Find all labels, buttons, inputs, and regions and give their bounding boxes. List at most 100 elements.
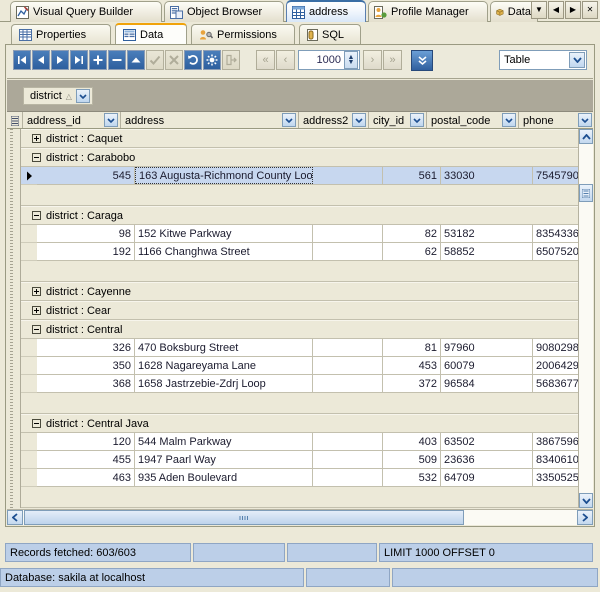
refresh-button[interactable]: [184, 50, 202, 70]
delete-record-button[interactable]: [108, 50, 126, 70]
collapse-group-icon[interactable]: [32, 211, 41, 220]
cell-city_id[interactable]: 81: [383, 339, 441, 356]
cell-postal_code[interactable]: 53182: [441, 225, 533, 242]
row-selector[interactable]: [21, 451, 37, 469]
group-header-row[interactable]: district : Cayenne: [21, 282, 578, 301]
scroll-down-button[interactable]: [579, 493, 593, 508]
tab-close[interactable]: ✕: [582, 1, 598, 19]
cell-address[interactable]: 935 Aden Boulevard: [135, 469, 313, 486]
expand-group-icon[interactable]: [32, 134, 41, 143]
cell-postal_code[interactable]: 60079: [441, 357, 533, 374]
group-header-row[interactable]: district : Carabobo: [21, 148, 578, 167]
row-selector[interactable]: [21, 469, 37, 487]
cell-city_id[interactable]: 403: [383, 433, 441, 450]
column-header-phone[interactable]: phone: [519, 112, 593, 128]
cell-address[interactable]: 1628 Nagareyama Lane: [135, 357, 313, 374]
top-tab-address[interactable]: address: [286, 0, 366, 22]
cell-address2[interactable]: [313, 243, 383, 260]
table-row[interactable]: 463935 Aden Boulevard5326470933505254402…: [21, 469, 593, 487]
cell-postal_code[interactable]: 96584: [441, 375, 533, 392]
tab-scroll-right[interactable]: ▶: [565, 1, 581, 19]
scroll-left-button[interactable]: [7, 510, 23, 525]
spinner-down-icon[interactable]: ▼: [348, 59, 355, 66]
cell-address_id[interactable]: 192: [37, 243, 135, 260]
cell-address[interactable]: 544 Malm Parkway: [135, 433, 313, 450]
group-by-chip-district[interactable]: district △: [23, 87, 93, 105]
row-selector[interactable]: [21, 375, 37, 393]
cell-address2[interactable]: [313, 167, 383, 184]
first-record-button[interactable]: [13, 50, 31, 70]
column-filter-dropdown-icon[interactable]: [352, 113, 366, 127]
column-filter-dropdown-icon[interactable]: [502, 113, 516, 127]
column-filter-dropdown-icon[interactable]: [410, 113, 424, 127]
table-row[interactable]: 98152 Kitwe Parkway8253182835433605312: [21, 225, 593, 243]
column-header-postal_code[interactable]: postal_code: [427, 112, 519, 128]
next-page-button[interactable]: ›: [363, 50, 382, 70]
cell-address[interactable]: 470 Boksburg Street: [135, 339, 313, 356]
column-header-address_id[interactable]: address_id: [23, 112, 121, 128]
table-row[interactable]: 545 163 Augusta-Richmond County Loop 561 33…: [21, 167, 593, 185]
cell-address_id[interactable]: 368: [37, 375, 135, 392]
table-row[interactable]: 3501628 Nagareyama Lane45360079200642926…: [21, 357, 593, 375]
cell-address2[interactable]: [313, 375, 383, 392]
previous-page-button[interactable]: ‹: [276, 50, 295, 70]
tab-permissions[interactable]: Permissions: [191, 24, 295, 44]
group-header-row[interactable]: district : Caquet: [21, 129, 578, 148]
next-record-button[interactable]: [51, 50, 69, 70]
cell-address[interactable]: 163 Augusta-Richmond County Loop: [135, 167, 313, 184]
export-button[interactable]: [222, 50, 240, 70]
top-tab-profile-manager[interactable]: Profile Manager: [368, 1, 488, 22]
cell-postal_code[interactable]: 23636: [441, 451, 533, 468]
cancel-edit-button[interactable]: [165, 50, 183, 70]
limit-spinner[interactable]: 1000 ▲ ▼: [298, 50, 360, 70]
insert-record-button[interactable]: [89, 50, 107, 70]
cell-address2[interactable]: [313, 339, 383, 356]
tab-list-dropdown[interactable]: ▼: [531, 1, 547, 19]
cell-address[interactable]: 1166 Changhwa Street: [135, 243, 313, 260]
limit-value[interactable]: 1000: [299, 54, 344, 66]
cell-address[interactable]: 152 Kitwe Parkway: [135, 225, 313, 242]
first-page-button[interactable]: «: [256, 50, 275, 70]
scroll-right-button[interactable]: [577, 510, 593, 525]
cell-address[interactable]: 1658 Jastrzebie-Zdrj Loop: [135, 375, 313, 392]
cell-city_id[interactable]: 372: [383, 375, 441, 392]
group-header-row[interactable]: district : Central Java: [21, 414, 578, 433]
column-header-address2[interactable]: address2: [299, 112, 369, 128]
top-tab-object-browser[interactable]: Object Browser: [164, 1, 284, 22]
table-row[interactable]: 120544 Malm Parkway40363502386759646229: [21, 433, 593, 451]
expand-group-icon[interactable]: [32, 306, 41, 315]
vertical-scrollbar[interactable]: [578, 129, 593, 508]
row-selector[interactable]: [21, 433, 37, 451]
cell-postal_code[interactable]: 64709: [441, 469, 533, 486]
cell-city_id[interactable]: 62: [383, 243, 441, 260]
last-page-button[interactable]: »: [383, 50, 402, 70]
row-selector[interactable]: [21, 225, 37, 243]
cell-address_id[interactable]: 455: [37, 451, 135, 468]
scroll-up-button[interactable]: [579, 129, 593, 144]
tab-scroll-left[interactable]: ◀: [548, 1, 564, 19]
expand-group-icon[interactable]: [32, 287, 41, 296]
group-by-band[interactable]: district △: [7, 80, 593, 112]
column-header-city_id[interactable]: city_id: [369, 112, 427, 128]
cell-address2[interactable]: [313, 469, 383, 486]
chevron-down-icon[interactable]: [569, 52, 585, 68]
cell-address2[interactable]: [313, 357, 383, 374]
vertical-scroll-thumb[interactable]: [579, 184, 593, 202]
group-chip-dropdown-icon[interactable]: [75, 89, 90, 103]
fetch-all-button[interactable]: [411, 50, 433, 71]
horizontal-scroll-thumb[interactable]: [24, 510, 464, 525]
view-mode-select[interactable]: Table: [499, 50, 587, 70]
table-row[interactable]: 368 1658 Jastrzebie-Zdrj Loop 372 96584 5683…: [21, 375, 593, 393]
collapse-group-icon[interactable]: [32, 325, 41, 334]
cell-address_id[interactable]: 350: [37, 357, 135, 374]
last-record-button[interactable]: [70, 50, 88, 70]
cell-postal_code[interactable]: 63502: [441, 433, 533, 450]
column-filter-dropdown-icon[interactable]: [578, 113, 592, 127]
cell-address2[interactable]: [313, 225, 383, 242]
top-tab-visual-query-builder[interactable]: Visual Query Builder: [10, 1, 162, 22]
row-selector[interactable]: [21, 167, 37, 185]
cell-city_id[interactable]: 509: [383, 451, 441, 468]
horizontal-scrollbar[interactable]: [7, 509, 593, 525]
cell-city_id[interactable]: 532: [383, 469, 441, 486]
column-filter-dropdown-icon[interactable]: [104, 113, 118, 127]
